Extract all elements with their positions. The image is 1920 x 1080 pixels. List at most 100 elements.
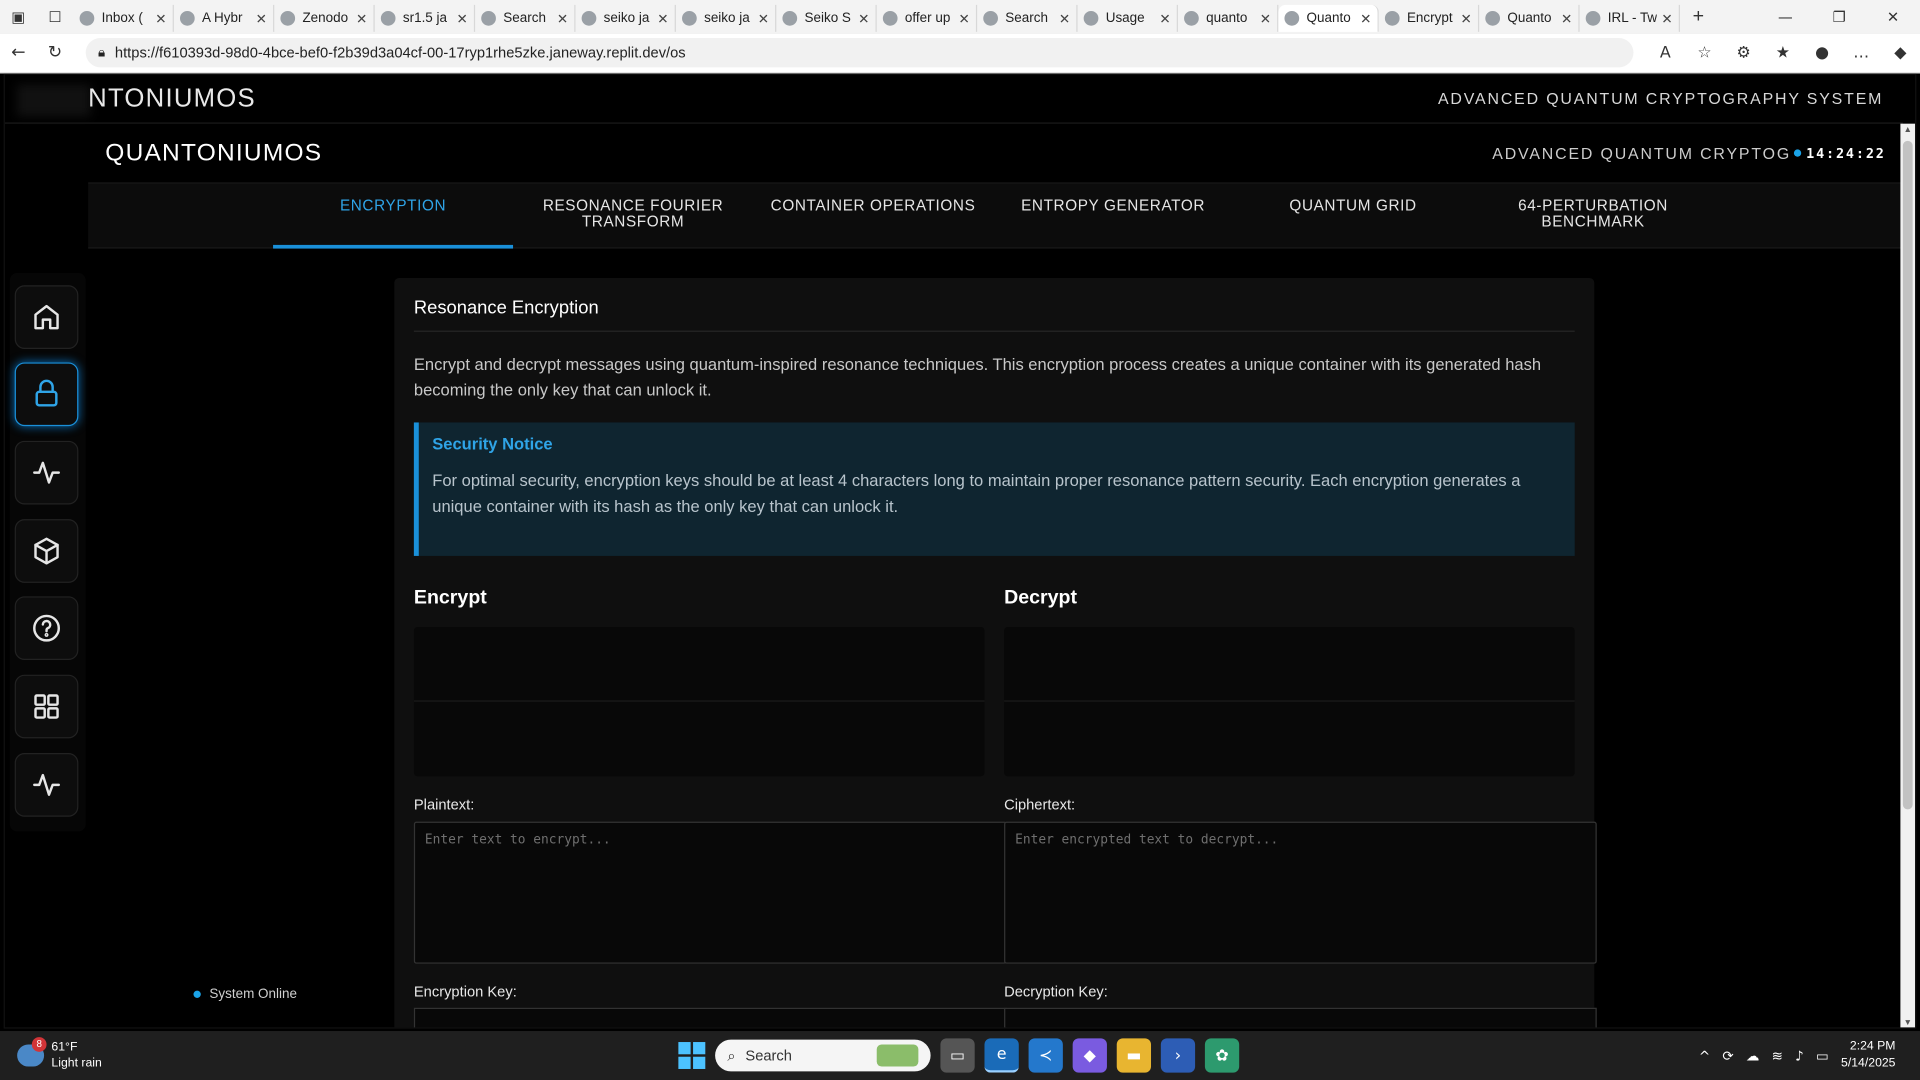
refresh-icon[interactable]: ↻ (37, 43, 74, 63)
tab-close-icon[interactable]: ✕ (456, 10, 467, 27)
tab-close-icon[interactable]: ✕ (1360, 10, 1371, 27)
tab-close-icon[interactable]: ✕ (356, 10, 367, 27)
browser-tab[interactable]: Usage ✕ (1078, 4, 1178, 32)
volume-icon[interactable]: ♪ (1795, 1048, 1804, 1064)
browser-tab[interactable]: Quanto ✕ (1278, 4, 1379, 32)
tab-close-icon[interactable]: ✕ (657, 10, 668, 27)
tab-close-icon[interactable]: ✕ (858, 10, 869, 27)
vscode-icon[interactable]: ≺ (1028, 1038, 1063, 1073)
tab-favicon-icon (280, 11, 296, 26)
browser-tab[interactable]: Zenodo ✕ (274, 4, 375, 32)
app-icon[interactable]: ✿ (1204, 1038, 1240, 1073)
browser-tab[interactable]: sr1.5 ja ✕ (375, 4, 476, 32)
powershell-icon[interactable]: › (1160, 1038, 1196, 1073)
file-explorer-icon[interactable]: ▬ (1116, 1038, 1152, 1073)
tab-title: Search (503, 11, 546, 26)
sidebar-button[interactable] (14, 519, 79, 583)
restore-icon[interactable]: ❐ (1812, 8, 1866, 25)
extensions-icon[interactable]: ⚙ (1724, 43, 1763, 61)
page-scrollbar[interactable]: ▲ ▼ (1900, 123, 1916, 1028)
plaintext-input[interactable]: Enter text to encrypt... (413, 821, 1007, 964)
grid-icon (34, 694, 59, 719)
sidebar-button[interactable] (14, 440, 79, 505)
copilot-app-icon[interactable]: ◆ (1072, 1038, 1107, 1073)
onedrive-icon[interactable]: ☁ (1746, 1048, 1759, 1064)
tab-close-icon[interactable]: ✕ (758, 10, 769, 27)
favorites-icon[interactable]: ★ (1763, 43, 1802, 61)
tab-close-icon[interactable]: ✕ (959, 10, 970, 27)
tab-title: IRL - Tw (1607, 11, 1657, 26)
url-field[interactable]: 🔒︎ https://f610393d-98d0-4bce-bef0-f2b39… (85, 37, 1634, 68)
site-info-icon[interactable]: 🔒︎ (98, 45, 105, 61)
notice-body: For optimal security, encryption keys sh… (432, 471, 1521, 516)
browser-tab[interactable]: Inbox (✕ (73, 4, 174, 32)
favorite-star-icon[interactable]: ☆ (1685, 43, 1724, 61)
tab-close-icon[interactable]: ✕ (155, 10, 166, 27)
weather-temp: 61°F (51, 1040, 78, 1055)
browser-tab[interactable]: Seiko S ✕ (776, 4, 877, 32)
tab-close-icon[interactable]: ✕ (1561, 10, 1572, 27)
browser-tab[interactable]: A Hybr ✕ (174, 4, 275, 32)
browser-tab[interactable]: IRL - Tw ✕ (1580, 4, 1681, 32)
encrypt-title: Encrypt (413, 587, 487, 609)
system-status-label: System Online (209, 986, 297, 1002)
sidebar-button[interactable] (14, 674, 79, 739)
nav-tab[interactable]: ENTROPY GENERATOR (993, 184, 1233, 249)
decryption-key-input[interactable] (1004, 1007, 1597, 1028)
sync-icon[interactable]: ⟳ (1722, 1048, 1733, 1064)
taskbar-search[interactable]: ⌕ Search (715, 1039, 931, 1072)
browser-tab[interactable]: Search ✕ (977, 4, 1078, 32)
decrypt-title: Decrypt (1004, 587, 1078, 609)
crypto-columns: Encrypt Plaintext: Enter text to encrypt… (413, 587, 1597, 1028)
chevron-up-icon[interactable]: ^ (1699, 1048, 1710, 1064)
read-aloud-icon[interactable]: A (1646, 43, 1685, 61)
header-right: ADVANCED QUANTUM CRYPTOGRAPHY 14:24:22 (1492, 144, 1886, 162)
minimize-icon[interactable]: — (1758, 8, 1812, 25)
close-window-icon[interactable]: ✕ (1866, 8, 1920, 25)
sidebar-button[interactable] (14, 753, 79, 817)
back-icon[interactable]: ← (0, 43, 37, 63)
browser-tab[interactable]: Encrypt ✕ (1379, 4, 1480, 32)
tab-close-icon[interactable]: ✕ (1159, 10, 1170, 27)
profile-icon[interactable]: ● (1802, 43, 1841, 61)
ciphertext-input[interactable]: Enter encrypted text to decrypt... (1004, 821, 1597, 964)
battery-icon[interactable]: ▭ (1816, 1048, 1829, 1064)
encryption-key-input[interactable] (413, 1007, 1007, 1028)
windows-start-icon[interactable] (678, 1042, 706, 1069)
tab-favicon-icon (682, 11, 697, 26)
tab-close-icon[interactable]: ✕ (256, 10, 267, 27)
nav-tab[interactable]: RESONANCE FOURIER TRANSFORM (513, 184, 753, 249)
browser-tab[interactable]: seiko ja ✕ (576, 4, 676, 32)
scrollbar-thumb[interactable] (1902, 140, 1913, 810)
task-view-icon[interactable]: ▭ (940, 1038, 975, 1073)
scroll-down-icon[interactable]: ▼ (1900, 1019, 1915, 1028)
tab-favicon-icon (1083, 11, 1099, 26)
tab-actions-icon[interactable]: ☐ (37, 0, 74, 33)
browser-tab[interactable]: Search ✕ (475, 4, 576, 32)
nav-tab[interactable]: CONTAINER OPERATIONS (753, 184, 993, 249)
clock-date[interactable]: 2:24 PM 5/14/2025 (1841, 1038, 1895, 1072)
browser-tab[interactable]: Quanto ✕ (1479, 4, 1580, 32)
nav-tab[interactable]: 64-PERTURBATION BENCHMARK (1473, 184, 1713, 249)
browser-tab[interactable]: offer up ✕ (877, 4, 978, 32)
wifi-icon[interactable]: ≋ (1772, 1048, 1783, 1064)
tab-close-icon[interactable]: ✕ (1461, 10, 1472, 27)
browser-tab[interactable]: quanto ✕ (1178, 4, 1279, 32)
browser-tab[interactable]: seiko ja ✕ (676, 4, 777, 32)
tab-close-icon[interactable]: ✕ (1260, 10, 1271, 27)
weather-widget[interactable]: 8 61°F Light rain (0, 1037, 245, 1072)
new-tab-button[interactable]: + (1680, 6, 1717, 28)
edge-browser-icon[interactable]: e (984, 1038, 1019, 1073)
nav-tab[interactable]: QUANTUM GRID (1233, 184, 1473, 249)
tab-close-icon[interactable]: ✕ (1059, 10, 1070, 27)
tab-close-icon[interactable]: ✕ (1661, 10, 1672, 27)
scroll-up-icon[interactable]: ▲ (1900, 126, 1915, 135)
sidebar-button[interactable] (14, 596, 79, 661)
sidebar-button[interactable] (14, 285, 79, 349)
sidebar-button[interactable] (14, 362, 79, 427)
nav-tab[interactable]: ENCRYPTION (273, 184, 514, 249)
more-menu-icon[interactable]: … (1842, 43, 1881, 61)
tab-close-icon[interactable]: ✕ (557, 10, 568, 27)
copilot-icon[interactable]: ◆ (1881, 43, 1920, 61)
workspaces-icon[interactable]: ▣ (0, 0, 37, 33)
